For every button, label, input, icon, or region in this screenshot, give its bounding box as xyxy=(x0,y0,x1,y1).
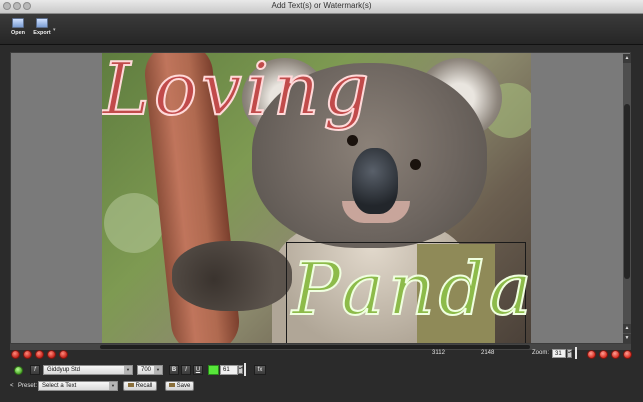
koala-paw xyxy=(172,241,292,311)
font-style-button[interactable]: f xyxy=(30,365,40,375)
koala-left-eye xyxy=(347,135,358,146)
image-canvas[interactable]: Loving Pandas ▲ ▲ ▼ xyxy=(10,52,631,344)
collapse-toggle[interactable]: < xyxy=(10,383,14,389)
underline-button[interactable]: U xyxy=(193,365,203,375)
image-height: 2148 xyxy=(481,350,495,356)
close-text-icon[interactable] xyxy=(11,350,20,359)
horizontal-scroll-thumb[interactable] xyxy=(100,345,530,349)
add-text-icon[interactable] xyxy=(14,366,23,375)
vertical-scrollbar[interactable]: ▲ ▲ ▼ xyxy=(623,54,631,343)
open-button[interactable]: Open xyxy=(7,17,29,41)
text-color-swatch[interactable] xyxy=(208,365,219,375)
zoom-actual-icon[interactable] xyxy=(623,350,632,359)
zoom-out-icon[interactable] xyxy=(599,350,608,359)
font-weight-value: 700 xyxy=(141,367,152,373)
opacity-stepper[interactable]: ▴▾ xyxy=(238,365,243,374)
move-down-icon[interactable] xyxy=(59,350,68,359)
zoom-label: Zoom: xyxy=(532,350,550,356)
export-button[interactable]: Export xyxy=(31,17,53,41)
background-bokeh xyxy=(104,193,164,253)
vertical-scroll-thumb[interactable] xyxy=(624,104,630,279)
zoom-stepper[interactable]: ▴▾ xyxy=(567,349,572,358)
export-label: Export xyxy=(33,30,51,36)
watermark-text-pandas[interactable]: Pandas xyxy=(291,246,531,332)
open-icon xyxy=(12,18,24,28)
window-title: Add Text(s) or Watermark(s) xyxy=(271,1,372,10)
koala-right-eye xyxy=(410,159,421,170)
toolbar: Open Export ▾ xyxy=(0,14,643,45)
effects-button[interactable]: fx xyxy=(254,365,266,375)
scroll-up-icon[interactable]: ▲ xyxy=(623,54,631,63)
recall-button[interactable]: Recall xyxy=(123,381,157,391)
preset-select-value: Select a Text xyxy=(42,383,77,389)
italic-button[interactable]: I xyxy=(181,365,191,375)
bold-button[interactable]: B xyxy=(169,365,179,375)
font-family-value: Giddyup Std xyxy=(47,367,81,373)
recall-label: Recall xyxy=(135,383,153,389)
photo-koala: Loving Pandas xyxy=(102,53,531,343)
preset-label: Preset: xyxy=(18,383,38,389)
export-menu-chevron-icon[interactable]: ▾ xyxy=(53,27,56,33)
opacity-input[interactable]: 61 xyxy=(220,365,238,375)
title-bar: Add Text(s) or Watermark(s) xyxy=(0,0,643,14)
export-icon xyxy=(36,18,48,28)
image-width: 3112 xyxy=(432,350,445,356)
save-icon xyxy=(168,383,175,388)
font-weight-select[interactable]: 700 ▼ xyxy=(137,365,163,375)
scroll-down-icon[interactable]: ▼ xyxy=(623,334,631,343)
zoom-input[interactable]: 31 xyxy=(552,349,566,358)
koala-nose xyxy=(352,148,398,214)
watermark-text-loving[interactable]: Loving xyxy=(102,53,373,132)
preset-select[interactable]: Select a Text ▼ xyxy=(38,381,118,391)
opacity-slider-handle[interactable] xyxy=(244,363,246,376)
move-left-icon[interactable] xyxy=(35,350,44,359)
chevron-down-icon: ▼ xyxy=(124,366,132,374)
remove-text-icon[interactable] xyxy=(23,350,32,359)
scroll-up-icon[interactable]: ▲ xyxy=(623,324,631,333)
zoom-in-icon[interactable] xyxy=(587,350,596,359)
zoom-slider-handle[interactable] xyxy=(575,347,577,359)
move-up-icon[interactable] xyxy=(47,350,56,359)
open-label: Open xyxy=(10,30,26,36)
chevron-down-icon: ▼ xyxy=(154,366,162,374)
font-family-select[interactable]: Giddyup Std ▼ xyxy=(43,365,133,375)
save-label: Save xyxy=(176,383,191,389)
chevron-down-icon: ▼ xyxy=(109,382,117,390)
save-button[interactable]: Save xyxy=(165,381,194,391)
zoom-fit-icon[interactable] xyxy=(611,350,620,359)
recall-icon xyxy=(127,383,134,388)
